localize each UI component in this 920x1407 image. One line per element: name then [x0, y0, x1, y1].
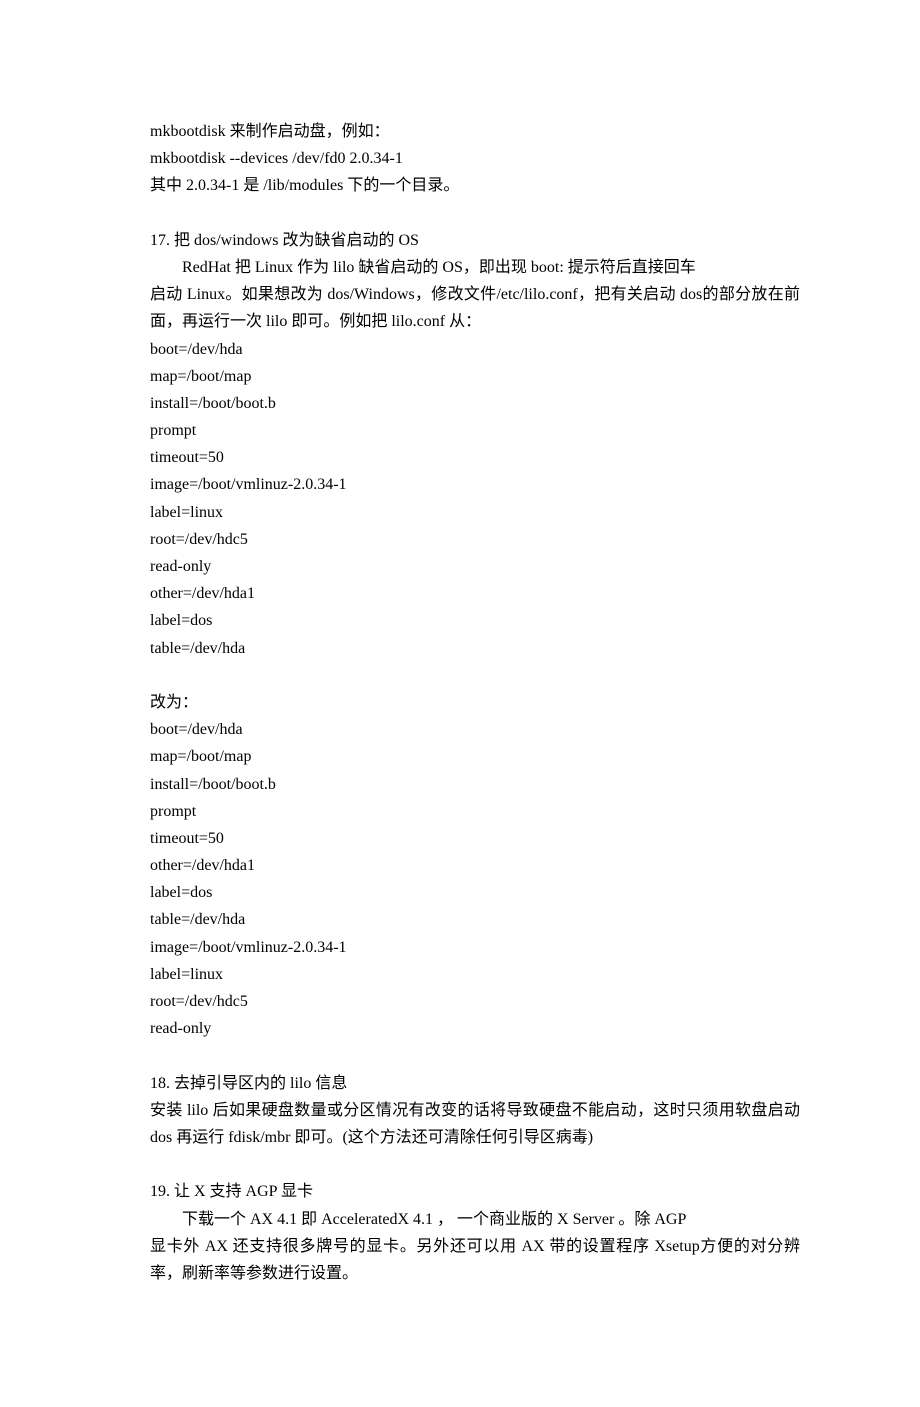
config-line: map=/boot/map [150, 743, 800, 770]
blank-line [150, 1042, 800, 1069]
config-line: read-only [150, 553, 800, 580]
config-line: root=/dev/hdc5 [150, 988, 800, 1015]
config-line: root=/dev/hdc5 [150, 526, 800, 553]
blank-line [150, 200, 800, 227]
config-line: timeout=50 [150, 825, 800, 852]
config-line: timeout=50 [150, 444, 800, 471]
config-line: read-only [150, 1015, 800, 1042]
blank-line [150, 662, 800, 689]
config-line: image=/boot/vmlinuz-2.0.34-1 [150, 934, 800, 961]
text-line: 下载一个 AX 4.1 即 AcceleratedX 4.1 ， 一个商业版的 … [150, 1206, 800, 1233]
config-line: boot=/dev/hda [150, 336, 800, 363]
document-page: mkbootdisk 来制作启动盘，例如： mkbootdisk --devic… [0, 0, 920, 1407]
config-line: label=dos [150, 607, 800, 634]
config-line: label=linux [150, 499, 800, 526]
config-line: label=dos [150, 879, 800, 906]
config-line: prompt [150, 798, 800, 825]
text-line: RedHat 把 Linux 作为 lilo 缺省启动的 OS，即出现 boot… [150, 254, 800, 281]
text-line: mkbootdisk 来制作启动盘，例如： [150, 118, 800, 145]
text-line: 启动 Linux。如果想改为 dos/Windows，修改文件/etc/lilo… [150, 281, 800, 335]
section-19-heading: 19. 让 X 支持 AGP 显卡 [150, 1178, 800, 1205]
text-line: mkbootdisk --devices /dev/fd0 2.0.34-1 [150, 145, 800, 172]
config-line: install=/boot/boot.b [150, 771, 800, 798]
text-line: 显卡外 AX 还支持很多牌号的显卡。另外还可以用 AX 带的设置程序 Xsetu… [150, 1233, 800, 1287]
config-line: other=/dev/hda1 [150, 580, 800, 607]
blank-line [150, 1151, 800, 1178]
section-18-heading: 18. 去掉引导区内的 lilo 信息 [150, 1070, 800, 1097]
config-line: install=/boot/boot.b [150, 390, 800, 417]
section-17-heading: 17. 把 dos/windows 改为缺省启动的 OS [150, 227, 800, 254]
text-line: 改为： [150, 689, 800, 716]
config-line: prompt [150, 417, 800, 444]
config-line: image=/boot/vmlinuz-2.0.34-1 [150, 471, 800, 498]
config-line: map=/boot/map [150, 363, 800, 390]
text-line: 其中 2.0.34-1 是 /lib/modules 下的一个目录。 [150, 172, 800, 199]
config-line: table=/dev/hda [150, 906, 800, 933]
config-line: boot=/dev/hda [150, 716, 800, 743]
config-line: label=linux [150, 961, 800, 988]
config-line: table=/dev/hda [150, 635, 800, 662]
config-line: other=/dev/hda1 [150, 852, 800, 879]
text-line: 安装 lilo 后如果硬盘数量或分区情况有改变的话将导致硬盘不能启动，这时只须用… [150, 1097, 800, 1151]
